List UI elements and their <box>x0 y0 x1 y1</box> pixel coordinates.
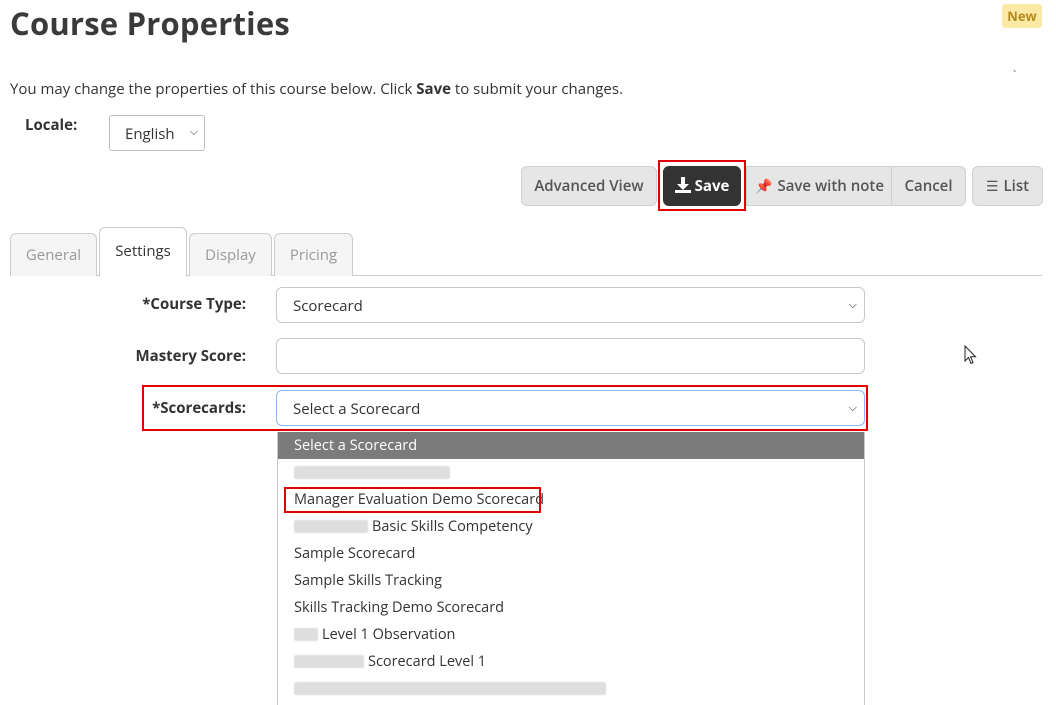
tab-pricing[interactable]: Pricing <box>274 233 353 276</box>
option-label: Scorecard Level 1 <box>368 652 487 671</box>
save-with-note-label: Save with note <box>777 176 884 196</box>
list-icon: ☰ <box>985 177 999 196</box>
locale-label: Locale: <box>25 115 78 135</box>
new-badge: New <box>1002 4 1042 28</box>
save-highlight-box <box>658 160 746 211</box>
tab-settings[interactable]: Settings <box>99 227 187 277</box>
dropdown-option[interactable] <box>278 675 864 702</box>
redacted-text <box>294 466 450 479</box>
redacted-text <box>294 520 368 533</box>
dropdown-option[interactable]: Sample Skills Tracking <box>278 567 864 594</box>
page-title: Course Properties <box>10 3 290 45</box>
stray-mark: ` <box>1013 66 1017 83</box>
scorecards-highlight-box <box>142 385 868 431</box>
advanced-view-button[interactable]: Advanced View <box>521 166 657 206</box>
dropdown-option[interactable]: Skills Tracking Demo Scorecard <box>278 594 864 621</box>
redacted-text <box>294 628 318 641</box>
option-label: Basic Skills Competency <box>372 517 533 536</box>
dropdown-option[interactable] <box>278 459 864 486</box>
pin-icon: 📌 <box>755 177 773 196</box>
course-type-value: Scorecard <box>293 296 363 316</box>
chevron-down-icon: ⌵ <box>189 124 198 139</box>
course-type-label: *Course Type: <box>142 294 246 314</box>
locale-select[interactable]: English ⌵ <box>109 115 205 151</box>
save-with-note-button[interactable]: 📌 Save with note <box>746 166 892 206</box>
tab-display[interactable]: Display <box>189 233 272 276</box>
list-button[interactable]: ☰ List <box>972 166 1043 206</box>
course-type-select[interactable]: Scorecard ⌵ <box>276 287 865 323</box>
option-highlight-box <box>284 487 541 513</box>
locale-value: English <box>125 124 175 144</box>
mastery-score-input[interactable] <box>276 338 865 374</box>
option-label: Level 1 Observation <box>322 625 456 644</box>
mouse-cursor-icon <box>964 345 977 365</box>
dropdown-option[interactable]: Basic Skills Competency <box>278 513 864 540</box>
dropdown-option[interactable]: Select a Scorecard <box>278 432 864 459</box>
dropdown-option[interactable]: Level 1 Observation <box>278 621 864 648</box>
intro-text: You may change the properties of this co… <box>10 79 623 99</box>
list-label: List <box>1003 176 1030 196</box>
scorecard-dropdown-list: Select a Scorecard Manager Evaluation De… <box>277 432 865 705</box>
redacted-text <box>294 655 364 668</box>
dropdown-option[interactable]: Sample Scorecard <box>278 540 864 567</box>
cancel-button[interactable]: Cancel <box>891 166 966 206</box>
dropdown-option[interactable]: Scorecard Level 1 <box>278 648 864 675</box>
chevron-down-icon: ⌵ <box>848 297 857 312</box>
redacted-text <box>294 682 606 695</box>
mastery-score-label: Mastery Score: <box>135 346 247 366</box>
tab-general[interactable]: General <box>10 233 97 276</box>
